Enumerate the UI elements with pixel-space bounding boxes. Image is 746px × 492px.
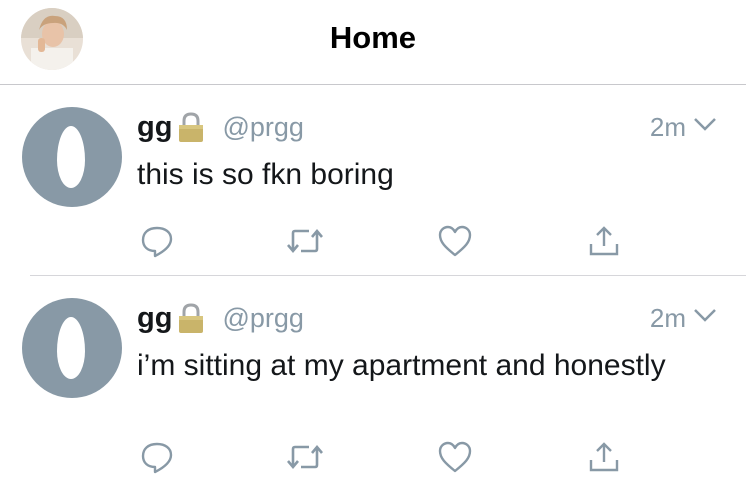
timestamp: 2m — [649, 112, 686, 142]
like-button[interactable] — [435, 221, 475, 261]
retweet-icon — [287, 444, 323, 470]
chevron-down-icon[interactable] — [692, 114, 718, 134]
timestamp: 2m — [649, 303, 686, 333]
lock-icon — [176, 111, 206, 143]
retweet-button[interactable] — [285, 437, 325, 477]
heart-icon — [438, 441, 472, 473]
reply-button[interactable] — [137, 221, 177, 261]
default-avatar[interactable] — [22, 107, 122, 207]
tweet-header: gg @prgg — [137, 109, 304, 145]
heart-icon — [438, 225, 472, 257]
reply-icon — [141, 442, 173, 474]
chevron-down-icon[interactable] — [692, 305, 718, 325]
like-button[interactable] — [435, 437, 475, 477]
default-avatar[interactable] — [22, 298, 122, 398]
tweet-header: gg @prgg — [137, 300, 304, 336]
retweet-button[interactable] — [285, 221, 325, 261]
page-title: Home — [329, 20, 417, 55]
reply-button[interactable] — [137, 437, 177, 477]
share-icon — [589, 442, 619, 472]
tweet[interactable]: gg @prgg 2m i’m sitting at my apartment … — [0, 277, 746, 492]
top-nav-bar: Home — [0, 0, 746, 85]
user-handle[interactable]: @prgg — [222, 303, 303, 334]
lock-icon — [176, 302, 206, 334]
display-name[interactable]: gg — [137, 111, 172, 144]
egg-icon — [57, 317, 85, 379]
tweet-text: i’m sitting at my apartment and honestly — [137, 349, 666, 382]
display-name[interactable]: gg — [137, 302, 172, 335]
share-button[interactable] — [584, 221, 624, 261]
retweet-icon — [287, 228, 323, 254]
user-handle[interactable]: @prgg — [222, 112, 303, 143]
tweet[interactable]: gg @prgg 2m this is so fkn boring — [0, 86, 746, 276]
reply-icon — [141, 226, 173, 258]
share-button[interactable] — [584, 437, 624, 477]
share-icon — [589, 226, 619, 256]
divider — [30, 275, 746, 276]
tweet-text: this is so fkn boring — [137, 158, 394, 191]
egg-icon — [57, 126, 85, 188]
